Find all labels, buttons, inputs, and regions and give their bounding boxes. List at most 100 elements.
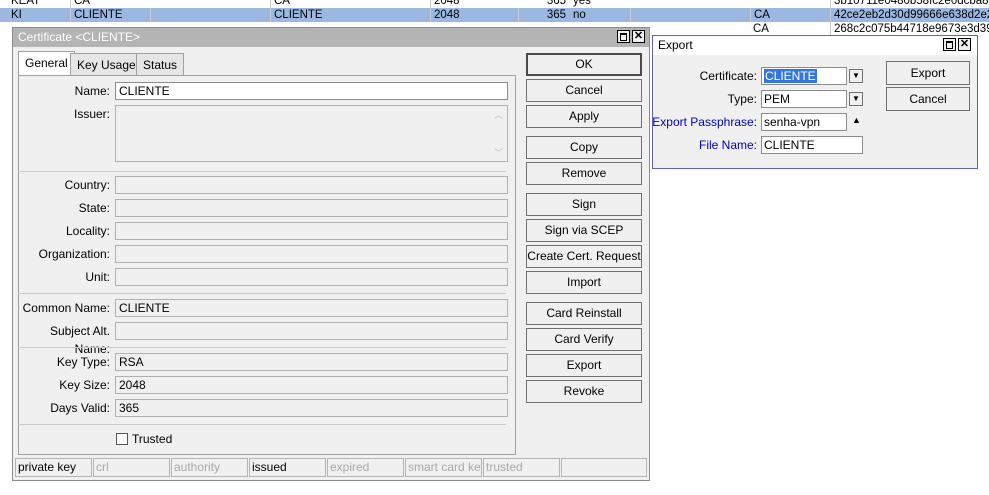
card-verify-button[interactable]: Card Verify	[526, 328, 642, 351]
table-row-selected[interactable]: KI CLIENTE CLIENTE 2048 365 no CA 42ce2e…	[0, 8, 989, 22]
unit-field[interactable]	[115, 268, 508, 286]
country-label: Country:	[64, 178, 110, 192]
card-reinstall-button[interactable]: Card Reinstall	[526, 302, 642, 325]
days-valid-field[interactable]: 365	[115, 399, 508, 417]
export-dialog-cancel-button[interactable]: Cancel	[886, 87, 970, 111]
table-cell: CLIENTE	[70, 8, 150, 22]
locality-field[interactable]	[115, 222, 508, 240]
divider	[18, 171, 506, 172]
tab-key-usage[interactable]: Key Usage	[70, 53, 143, 75]
name-field[interactable]: CLIENTE	[115, 82, 508, 100]
table-cell: 2048	[430, 8, 518, 22]
key-type-label: Key Type:	[56, 355, 110, 369]
table-cell: KEAT	[11, 0, 41, 7]
export-dialog[interactable]: Export ✕ Certificate: CLIENTE ▼ Type: PE…	[652, 35, 978, 169]
status-expired: expired	[327, 458, 404, 477]
maximize-icon[interactable]	[617, 30, 630, 43]
subject-alt-name-label: Subject Alt. Name:	[49, 324, 110, 356]
apply-button[interactable]: Apply	[526, 105, 642, 128]
key-type-field[interactable]: RSA	[115, 353, 508, 371]
divider	[18, 293, 506, 294]
certificate-window[interactable]: Certificate <CLIENTE> ✕ General Key Usag…	[12, 27, 650, 481]
divider	[18, 424, 506, 425]
organization-field[interactable]	[115, 245, 508, 263]
window-title: Certificate <CLIENTE>	[18, 30, 141, 44]
table-cell: 2048	[430, 0, 518, 8]
export-passphrase-input[interactable]: senha-vpn	[761, 113, 847, 131]
file-name-input[interactable]: CLIENTE	[761, 136, 863, 154]
status-private-key: private key	[15, 458, 92, 477]
scroll-up-icon[interactable]: ︿	[494, 108, 503, 121]
issuer-field[interactable]: ︿ ﹀	[115, 105, 508, 162]
certificate-value: CLIENTE	[764, 69, 817, 83]
locality-label: Locality:	[65, 224, 110, 238]
status-empty	[561, 458, 647, 477]
status-smart-card-key: smart card key	[405, 458, 482, 477]
trusted-label: Trusted	[132, 432, 173, 446]
table-cell: CA	[70, 0, 150, 8]
export-dialog-titlebar[interactable]: Export	[653, 36, 977, 55]
table-cell: CA	[270, 0, 430, 8]
table-cell: no	[573, 9, 586, 21]
state-field[interactable]	[115, 199, 508, 217]
export-button[interactable]: Export	[526, 354, 642, 377]
cancel-button[interactable]: Cancel	[526, 79, 642, 102]
certificate-select[interactable]: CLIENTE	[761, 67, 847, 85]
table-cell: CA	[750, 8, 830, 22]
status-crl: crl	[93, 458, 170, 477]
revoke-button[interactable]: Revoke	[526, 380, 642, 403]
table-cell: yes	[573, 0, 591, 7]
file-name-label: File Name:	[698, 138, 757, 152]
type-select[interactable]: PEM	[761, 90, 847, 108]
status-issued: issued	[249, 458, 326, 477]
table-cell: CA	[753, 23, 769, 35]
days-valid-label: Days Valid:	[50, 401, 110, 415]
tab-general[interactable]: General	[18, 51, 75, 76]
table-cell: 268c2c075b44718e9673e3d398	[830, 22, 989, 36]
state-label: State:	[78, 201, 110, 215]
export-dialog-export-button[interactable]: Export	[886, 61, 970, 85]
dropdown-arrow-icon[interactable]: ▼	[849, 69, 863, 83]
table-cell: 365	[518, 8, 568, 22]
export-dialog-title: Export	[658, 38, 693, 52]
organization-label: Organization:	[38, 247, 110, 261]
sign-via-scep-button[interactable]: Sign via SCEP	[526, 219, 642, 242]
status-authority: authority	[171, 458, 248, 477]
divider	[18, 347, 506, 348]
create-cert-request-button[interactable]: Create Cert. Request	[526, 245, 642, 268]
export-passphrase-label: Export Passphrase:	[652, 115, 757, 129]
issuer-label: Issuer:	[73, 107, 110, 121]
table-cell	[630, 8, 750, 22]
certificate-window-titlebar[interactable]: Certificate <CLIENTE>	[13, 28, 649, 47]
certificate-label: Certificate:	[699, 69, 757, 83]
tab-status[interactable]: Status	[136, 53, 185, 75]
type-value: PEM	[764, 92, 791, 106]
country-field[interactable]	[115, 176, 508, 194]
maximize-icon[interactable]	[943, 38, 956, 51]
scroll-down-icon[interactable]: ﹀	[494, 146, 503, 159]
type-label: Type:	[727, 92, 757, 106]
collapse-up-icon[interactable]: ▲	[852, 115, 861, 125]
key-size-label: Key Size:	[59, 378, 110, 392]
remove-button[interactable]: Remove	[526, 162, 642, 185]
ok-button[interactable]: OK	[526, 53, 642, 76]
sign-button[interactable]: Sign	[526, 193, 642, 216]
common-name-label: Common Name:	[22, 301, 110, 315]
table-cell: KI	[11, 9, 22, 21]
table-cell: 3b10711e0480b58fc2e0dcba8e	[830, 0, 989, 8]
table-cell	[150, 8, 270, 22]
key-size-field[interactable]: 2048	[115, 376, 508, 394]
table-cell: 365	[546, 0, 566, 7]
copy-button[interactable]: Copy	[526, 136, 642, 159]
close-icon[interactable]: ✕	[632, 30, 645, 43]
table-row[interactable]: KEAT CA CA 2048 365 yes 3b10711e0480b58f…	[0, 0, 989, 8]
unit-label: Unit:	[85, 270, 110, 284]
close-icon[interactable]: ✕	[958, 38, 971, 51]
import-button[interactable]: Import	[526, 271, 642, 294]
common-name-field[interactable]: CLIENTE	[115, 299, 508, 317]
dropdown-arrow-icon[interactable]: ▼	[849, 92, 863, 106]
trusted-checkbox[interactable]	[116, 433, 128, 445]
name-label: Name:	[74, 84, 110, 98]
subject-alt-name-field[interactable]	[115, 322, 508, 340]
table-cell: 42ce2eb2d30d99666e638d2e2e	[830, 8, 989, 22]
